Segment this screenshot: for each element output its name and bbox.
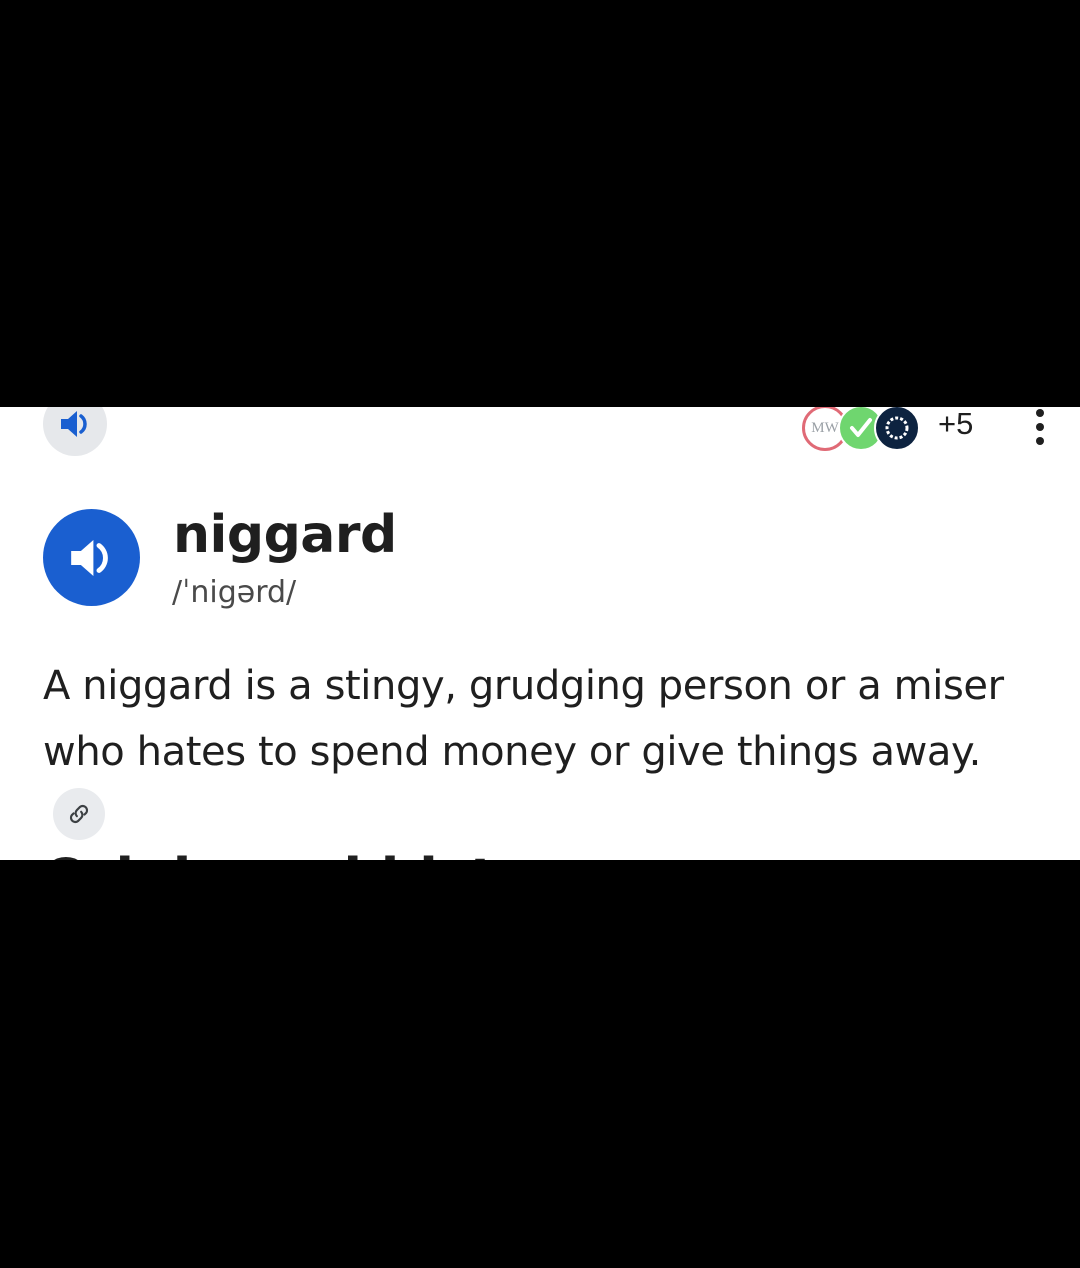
speaker-icon: [61, 411, 87, 437]
section-heading: Origin and history: [43, 847, 595, 860]
link-button[interactable]: [53, 788, 105, 840]
more-vertical-icon[interactable]: [1032, 409, 1048, 445]
headword: niggard: [173, 505, 397, 565]
speaker-icon: [70, 539, 108, 576]
definition-block: A niggard is a stingy, grudging person o…: [43, 653, 1033, 851]
link-icon: [69, 804, 89, 824]
dictionary-card: MW +5 niggard /ˈnigərd/ A niggard is a s…: [0, 407, 1080, 860]
check-icon: [850, 418, 872, 437]
pronounce-button[interactable]: [43, 509, 140, 606]
more-sources-count[interactable]: +5: [938, 407, 973, 441]
ring-source-icon[interactable]: [874, 407, 920, 451]
definition-text: A niggard is a stingy, grudging person o…: [43, 663, 1004, 775]
source-avatars[interactable]: MW: [802, 407, 920, 453]
ring-icon: [885, 416, 909, 440]
top-speaker-button[interactable]: [43, 407, 107, 456]
pronunciation: /ˈnigərd/: [172, 575, 297, 610]
